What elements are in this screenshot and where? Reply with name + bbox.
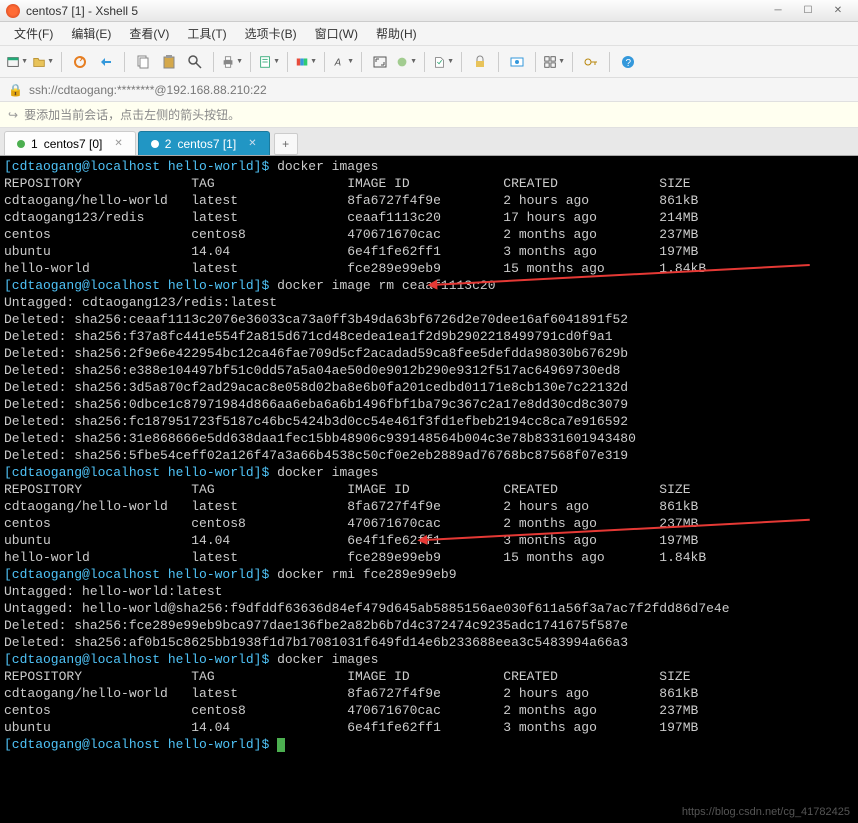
window-title: centos7 [1] - Xshell 5: [26, 4, 138, 18]
tab-label: centos7 [0]: [44, 137, 103, 151]
tab-status-icon: [151, 140, 159, 148]
tab-centos7-1[interactable]: 2 centos7 [1] ✕: [138, 131, 270, 155]
disconnect-button[interactable]: [95, 51, 117, 73]
close-button[interactable]: ✕: [824, 2, 852, 20]
color-scheme-button[interactable]: ▼: [295, 51, 317, 73]
xftp-button[interactable]: [506, 51, 528, 73]
open-button[interactable]: ▼: [32, 51, 54, 73]
lock-icon: 🔒: [8, 83, 23, 97]
copy-button[interactable]: [132, 51, 154, 73]
tab-centos7-0[interactable]: 1 centos7 [0] ✕: [4, 131, 136, 155]
find-button[interactable]: [184, 51, 206, 73]
menu-view[interactable]: 查看(V): [121, 22, 177, 45]
maximize-button[interactable]: ☐: [794, 2, 822, 20]
tab-index: 1: [31, 137, 38, 151]
properties-button[interactable]: ▼: [258, 51, 280, 73]
tab-index: 2: [165, 137, 172, 151]
help-button[interactable]: ?: [617, 51, 639, 73]
window-controls: ─ ☐ ✕: [764, 2, 852, 20]
watermark: https://blog.csdn.net/cg_41782425: [682, 804, 850, 821]
arrow-icon[interactable]: ↪: [8, 108, 18, 122]
svg-text:?: ?: [626, 58, 632, 69]
tile-button[interactable]: ▼: [543, 51, 565, 73]
fullscreen-button[interactable]: [369, 51, 391, 73]
terminal[interactable]: [cdtaogang@localhost hello-world]$ docke…: [0, 156, 858, 823]
minimize-button[interactable]: ─: [764, 2, 792, 20]
lock-button[interactable]: [469, 51, 491, 73]
menubar: 文件(F) 编辑(E) 查看(V) 工具(T) 选项卡(B) 窗口(W) 帮助(…: [0, 22, 858, 46]
key-button[interactable]: [580, 51, 602, 73]
menu-edit[interactable]: 编辑(E): [63, 22, 119, 45]
infobar-text: 要添加当前会话，点击左侧的箭头按钮。: [24, 106, 240, 123]
address-text[interactable]: ssh://cdtaogang:********@192.168.88.210:…: [29, 83, 267, 97]
font-button[interactable]: A▼: [332, 51, 354, 73]
reconnect-button[interactable]: [69, 51, 91, 73]
addressbar: 🔒 ssh://cdtaogang:********@192.168.88.21…: [0, 78, 858, 102]
window-titlebar: centos7 [1] - Xshell 5 ─ ☐ ✕: [0, 0, 858, 22]
menu-file[interactable]: 文件(F): [6, 22, 61, 45]
tab-label: centos7 [1]: [177, 137, 236, 151]
menu-tab[interactable]: 选项卡(B): [237, 22, 305, 45]
svg-text:A: A: [334, 57, 341, 68]
script-button[interactable]: ▼: [432, 51, 454, 73]
toolbar: ▼ ▼ ▼ ▼ ▼ A▼ ▼ ▼ ▼ ?: [0, 46, 858, 78]
print-button[interactable]: ▼: [221, 51, 243, 73]
tabbar: 1 centos7 [0] ✕ 2 centos7 [1] ✕ +: [0, 128, 858, 156]
infobar: ↪ 要添加当前会话，点击左侧的箭头按钮。: [0, 102, 858, 128]
transparency-button[interactable]: ▼: [395, 51, 417, 73]
app-icon: [6, 4, 20, 18]
tab-close-button[interactable]: ✕: [114, 138, 122, 149]
paste-button[interactable]: [158, 51, 180, 73]
menu-help[interactable]: 帮助(H): [368, 22, 425, 45]
tab-add-button[interactable]: +: [274, 133, 298, 155]
menu-window[interactable]: 窗口(W): [307, 22, 366, 45]
new-session-button[interactable]: ▼: [6, 51, 28, 73]
tab-status-icon: [17, 140, 25, 148]
menu-tools[interactable]: 工具(T): [179, 22, 234, 45]
tab-close-button[interactable]: ✕: [248, 138, 256, 149]
